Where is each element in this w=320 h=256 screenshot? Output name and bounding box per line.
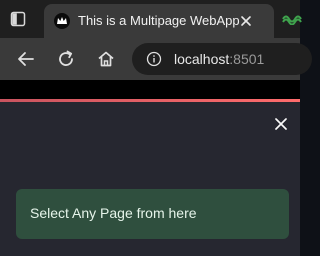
address-bar[interactable]: localhost:8501 [132, 43, 312, 75]
url-text: localhost:8501 [174, 51, 264, 67]
browser-tab[interactable]: This is a Multipage WebApp [44, 4, 274, 38]
tab-title: This is a Multipage WebApp [78, 13, 240, 28]
home-icon[interactable] [96, 49, 116, 69]
tab-close-icon[interactable] [240, 15, 252, 27]
streamlit-favicon-icon [54, 13, 70, 29]
next-tab-favicon-icon[interactable] [282, 13, 302, 25]
back-arrow-icon[interactable] [16, 49, 36, 69]
alert-message: Select Any Page from here [30, 205, 197, 221]
close-sidebar-icon[interactable] [274, 117, 288, 131]
url-host: localhost [174, 51, 230, 67]
site-info-icon[interactable] [146, 51, 162, 67]
app-header [0, 80, 300, 99]
tab-actions-icon[interactable] [10, 11, 26, 27]
reload-icon[interactable] [56, 49, 76, 69]
success-alert: Select Any Page from here [16, 189, 289, 239]
sidebar: Select Any Page from here [0, 102, 300, 256]
browser-tab-strip: This is a Multipage WebApp [0, 0, 302, 38]
url-port: :8501 [229, 51, 265, 67]
browser-toolbar: localhost:8501 [0, 38, 312, 80]
